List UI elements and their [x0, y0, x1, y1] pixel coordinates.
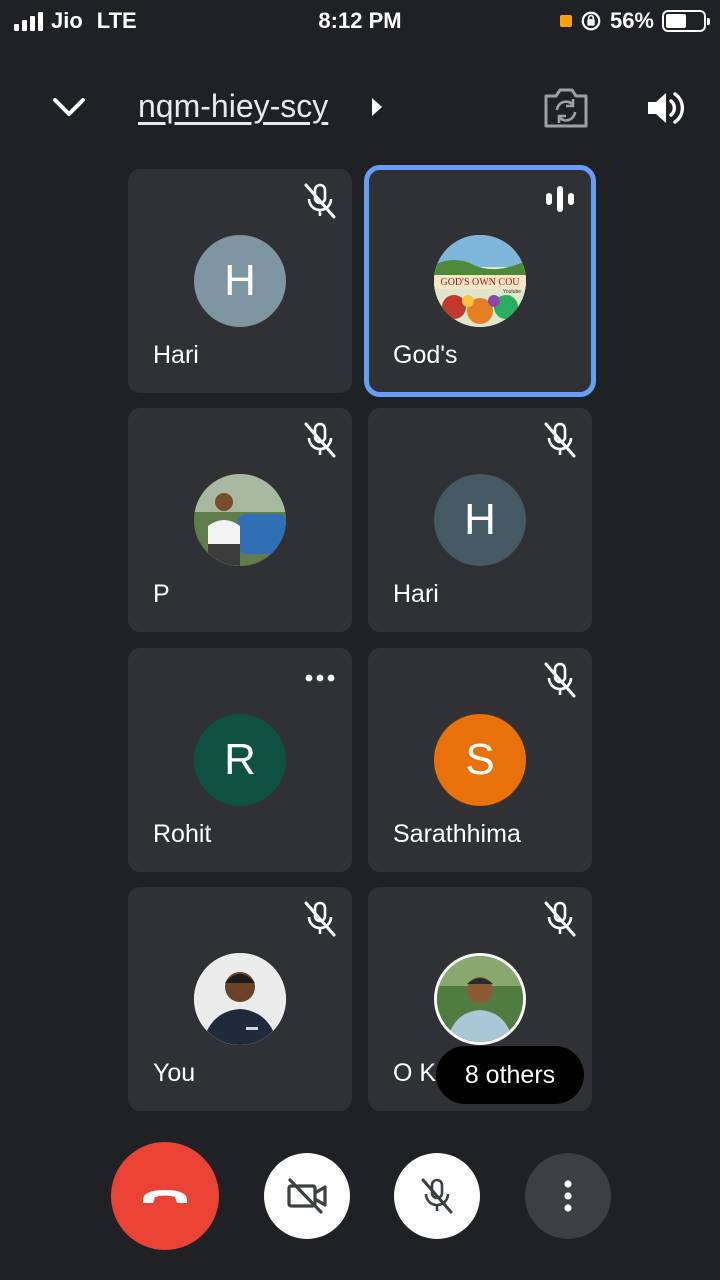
avatar: H — [434, 474, 526, 566]
mic-off-icon — [544, 422, 576, 458]
participant-tile-active[interactable]: GOD'S OWN COU Youtube God's — [364, 165, 596, 397]
mic-off-icon — [304, 183, 336, 219]
avatar-photo — [194, 953, 286, 1045]
participant-tile[interactable]: R Rohit — [128, 648, 352, 872]
participant-tile[interactable]: H Hari — [368, 408, 592, 632]
battery-icon — [662, 10, 710, 32]
audio-output-button[interactable] — [644, 86, 688, 130]
more-vertical-icon — [564, 1180, 572, 1212]
channel-logo-icon: GOD'S OWN COU Youtube — [434, 235, 526, 327]
participant-tile[interactable]: H Hari — [128, 169, 352, 393]
mic-off-icon — [421, 1178, 453, 1214]
meeting-header: nqm-hiey-scy — [0, 70, 720, 146]
avatar: S — [434, 714, 526, 806]
camera-flip-icon — [544, 88, 588, 128]
participant-name: Hari — [393, 580, 439, 608]
collapse-button[interactable] — [46, 84, 92, 130]
speaker-icon — [648, 92, 685, 124]
call-controls — [0, 1140, 720, 1250]
audio-wave-icon — [546, 186, 574, 212]
camera-off-icon — [287, 1178, 327, 1214]
chevron-down-icon — [53, 98, 85, 116]
avatar: R — [194, 714, 286, 806]
mic-off-icon — [304, 901, 336, 937]
switch-camera-button[interactable] — [542, 86, 590, 130]
person-photo-icon — [437, 956, 523, 1042]
logo-text: GOD'S OWN COU — [440, 277, 520, 288]
avatar-image: GOD'S OWN COU Youtube — [434, 235, 526, 327]
caret-right-icon[interactable] — [370, 96, 384, 118]
participant-tile-self[interactable]: You — [128, 887, 352, 1111]
avatar: H — [194, 235, 286, 327]
participant-name: Hari — [153, 341, 199, 369]
recording-indicator-icon — [559, 15, 572, 27]
participant-name: Rohit — [153, 820, 212, 848]
participant-name: O K — [393, 1059, 437, 1087]
end-call-button[interactable] — [111, 1142, 219, 1250]
avatar-initial: R — [224, 735, 256, 784]
person-photo-icon — [194, 953, 286, 1045]
participant-name: God's — [393, 341, 458, 369]
camera-toggle-button[interactable] — [264, 1153, 350, 1239]
status-bar: Jio LTE 8:12 PM 56% — [0, 0, 720, 40]
status-right: 56% — [559, 8, 710, 34]
battery-fill — [666, 14, 687, 28]
avatar-initial: H — [464, 495, 496, 544]
battery-percent: 56% — [609, 8, 654, 33]
mic-off-icon — [544, 662, 576, 698]
person-photo-icon — [194, 474, 286, 566]
mic-toggle-button[interactable] — [394, 1153, 480, 1239]
participant-name: Sarathhima — [393, 820, 521, 848]
avatar-photo — [194, 474, 286, 566]
more-horizontal-icon[interactable] — [302, 660, 338, 696]
avatar-initial: H — [224, 256, 256, 305]
avatar-initial: S — [465, 735, 495, 784]
logo-subtext: Youtube — [503, 289, 521, 295]
others-count-badge[interactable]: 8 others — [436, 1046, 584, 1104]
participant-name: You — [153, 1059, 196, 1087]
participant-tile[interactable]: S Sarathhima — [368, 648, 592, 872]
phone-hangup-icon — [143, 1190, 187, 1203]
mic-off-icon — [544, 901, 576, 937]
participant-name: P — [153, 580, 170, 608]
orientation-lock-icon — [581, 11, 601, 31]
participant-tile[interactable]: P — [128, 408, 352, 632]
mic-off-icon — [304, 422, 336, 458]
more-options-button[interactable] — [525, 1153, 611, 1239]
meeting-code-link[interactable]: nqm-hiey-scy — [138, 88, 328, 125]
avatar-photo — [434, 953, 526, 1045]
